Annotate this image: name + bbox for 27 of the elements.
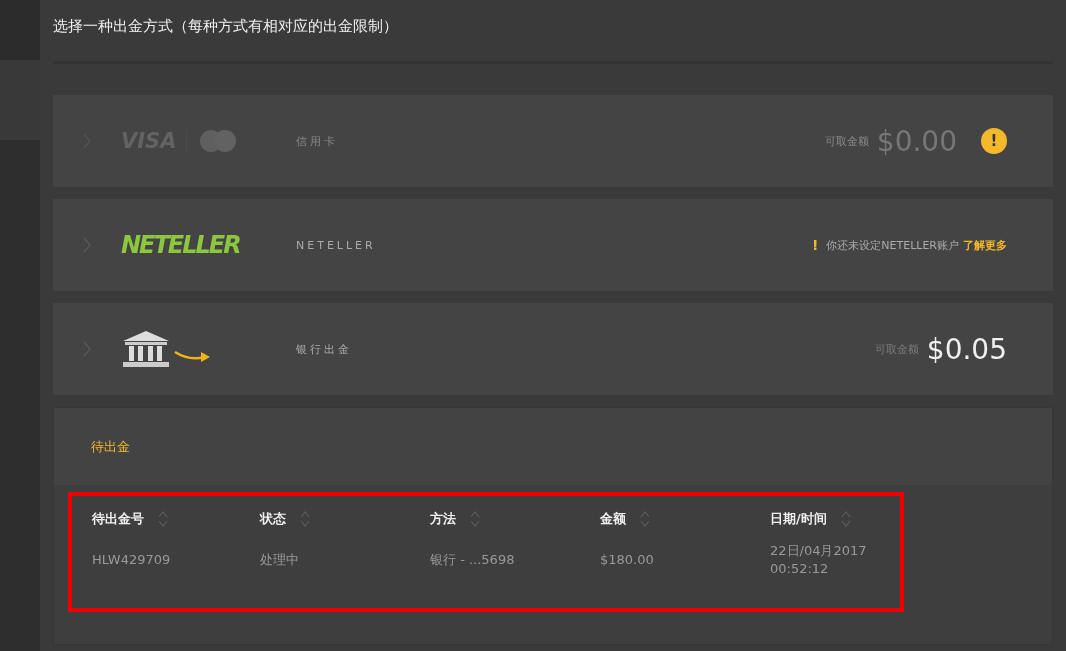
sort-icon[interactable] (470, 510, 480, 528)
sort-icon[interactable] (300, 510, 310, 528)
sort-icon[interactable] (840, 510, 851, 528)
table-cell-text: $180.00 (600, 551, 655, 570)
table-cell-text: 银行 - ...5698 (430, 551, 516, 570)
neteller-logo: NETELLER (121, 231, 240, 259)
page-title: 选择一种出金方式（每种方式有相对应的出金限制） (53, 16, 399, 37)
method-label: 银行出金 (296, 341, 352, 357)
payment-method-card[interactable]: NETELLER NETELLER ! 你还未设定NETELLER账户 了解更多 (53, 199, 1053, 291)
balance-amount: $0.05 (926, 332, 1007, 366)
sort-icon[interactable] (640, 510, 650, 528)
method-label: 信用卡 (296, 133, 338, 149)
table-cell-text: 处理中 (260, 551, 300, 570)
column-header[interactable]: 待出金号 (92, 510, 144, 528)
column-header[interactable]: 日期/时间 (770, 510, 827, 528)
section-title: 待出金 (91, 437, 130, 456)
table-cell-text: HLW429709 (92, 551, 172, 570)
notice-text: 你还未设定NETELLER账户 (826, 237, 959, 253)
column-header[interactable]: 金额 (600, 510, 626, 528)
table-cell-text: 22日/04月2017 00:52:12 (770, 542, 868, 579)
column-header[interactable]: 方法 (430, 510, 456, 528)
column-header[interactable]: 状态 (260, 510, 286, 528)
sort-icon[interactable] (158, 510, 168, 528)
learn-more-link[interactable]: 了解更多 (963, 237, 1007, 253)
method-label: NETELLER (296, 238, 376, 252)
warning-badge: ! (981, 128, 1007, 154)
warning-mark: ! (811, 237, 819, 253)
